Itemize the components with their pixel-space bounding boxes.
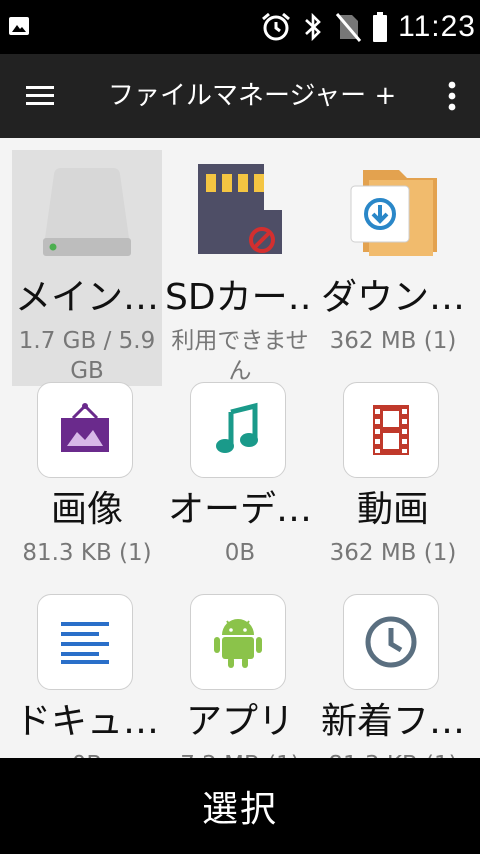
grid-item-label: アプリ [185,702,294,742]
image-frame-icon [37,382,133,478]
grid-item-label: 動画 [356,490,429,530]
film-strip-icon [343,382,439,478]
grid-item-apps[interactable]: アプリ 7.2 MB (1) [165,574,315,758]
grid-item-subtext: 7.2 MB (1) [165,750,315,758]
grid-item-recent-files[interactable]: 新着フ… 81.3 KB (1) [318,574,468,758]
image-icon [9,17,29,35]
grid-item-subtext: 81.3 KB (1) [22,540,152,566]
select-button[interactable]: 選択 [202,780,278,832]
sd-card-icon [165,150,315,270]
grid-item-subtext: 362 MB (1) [329,328,457,354]
bluetooth-icon [305,12,322,42]
grid-item-downloads[interactable]: ダウン… 362 MB (1) [318,150,468,386]
grid-item-label: ドキュ… [14,702,159,742]
grid-item-video[interactable]: 動画 362 MB (1) [318,362,468,598]
alarm-icon [262,12,291,41]
music-note-icon [190,382,286,478]
grid-item-sd-card[interactable]: SDカー… 利用できません [165,150,315,386]
grid-item-main-storage[interactable]: メイン… 1.7 GB / 5.9 GB [12,150,162,386]
clock-time: 11:23 [398,10,476,43]
grid-item-subtext: 0B [224,540,256,566]
android-icon [190,594,286,690]
battery-icon [373,12,388,42]
grid-item-label: オーデ… [167,490,312,530]
more-vert-icon[interactable] [442,76,462,116]
grid-item-label: 画像 [50,490,123,530]
grid-item-label: ダウン… [320,278,465,318]
status-bar: 11:23 [0,0,480,54]
clock-icon [343,594,439,690]
grid-item-label: 新着フ… [320,702,465,742]
grid-item-subtext: 362 MB (1) [329,540,457,566]
app-bar: ファイルマネージャー + [0,54,480,138]
hamburger-menu-icon[interactable] [20,78,60,114]
download-folder-icon [318,150,468,270]
grid-item-images[interactable]: 画像 81.3 KB (1) [12,362,162,598]
document-icon [37,594,133,690]
grid-item-label: メイン… [14,278,159,318]
grid-item-label: SDカー… [165,278,315,318]
grid-item-subtext: 81.3 KB (1) [318,750,468,758]
grid-item-documents[interactable]: ドキュ… 0B [12,574,162,758]
app-title: ファイルマネージャー + [108,81,397,111]
file-category-grid: メイン… 1.7 GB / 5.9 GB SDカー… 利用できません ダウン… … [0,138,480,758]
hard-drive-icon [12,150,162,270]
no-sim-icon [335,13,362,42]
grid-item-audio[interactable]: オーデ… 0B [165,362,315,598]
bottom-softkey-bar: 選択 [0,758,480,854]
grid-item-subtext: 0B [12,750,162,758]
